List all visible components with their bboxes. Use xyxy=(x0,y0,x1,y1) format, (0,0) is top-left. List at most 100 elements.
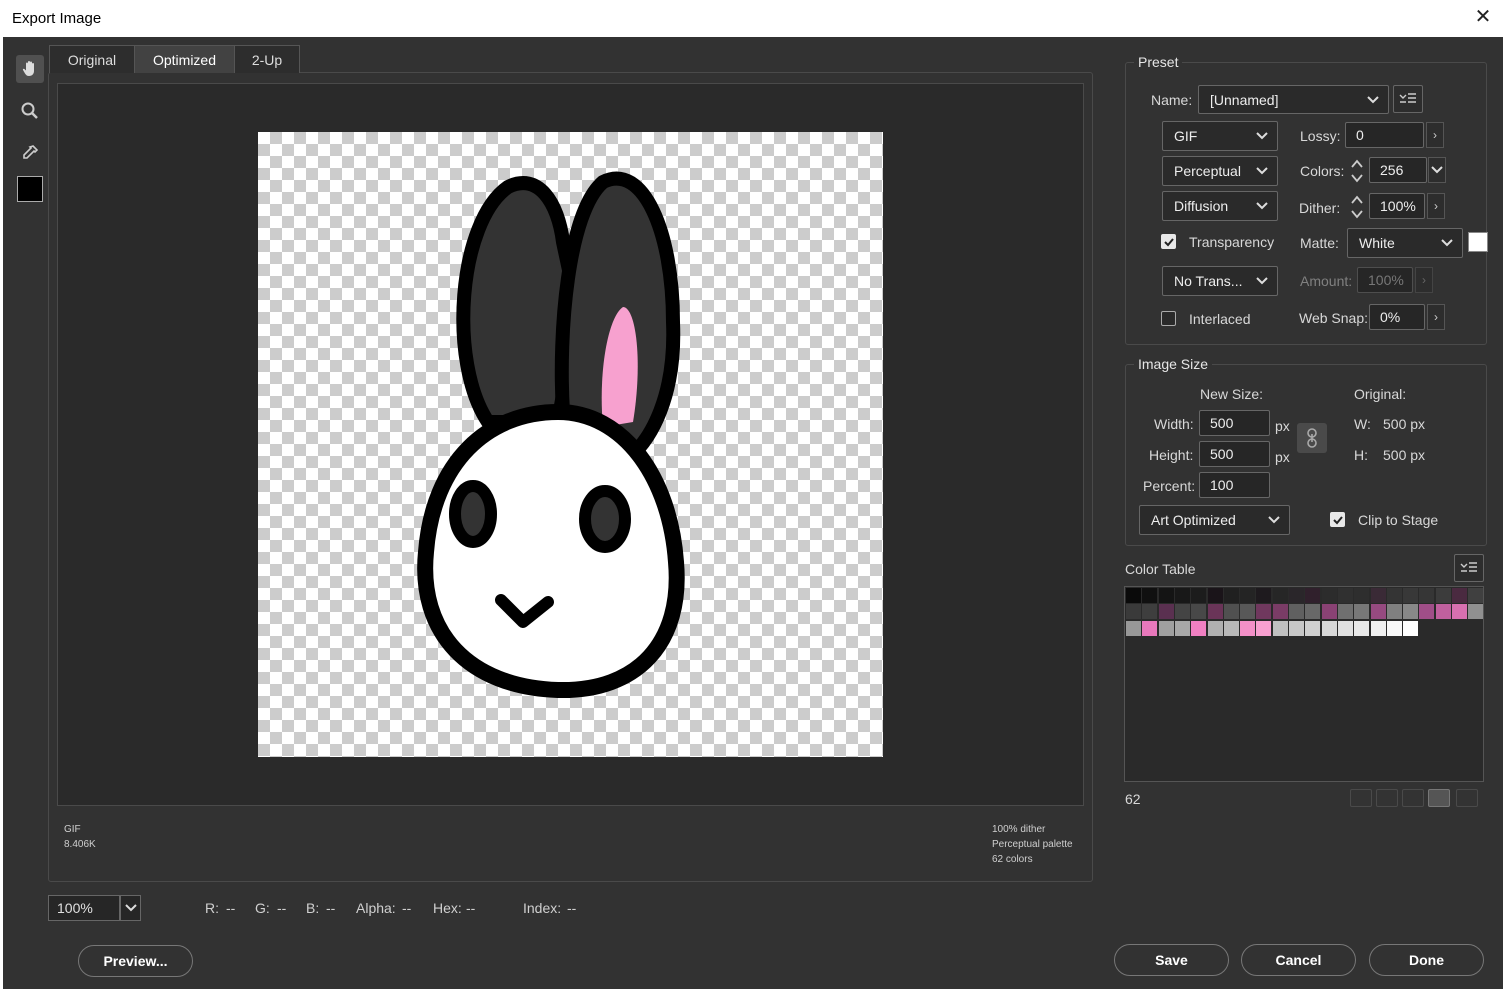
color-swatch[interactable] xyxy=(1142,604,1158,620)
clip-to-stage-checkbox[interactable] xyxy=(1330,512,1345,527)
color-swatch[interactable] xyxy=(1337,604,1353,620)
transparency-dither-select[interactable]: No Trans... xyxy=(1162,266,1278,296)
interlaced-checkbox[interactable] xyxy=(1161,311,1176,326)
color-swatch[interactable] xyxy=(1158,588,1174,603)
color-swatch[interactable] xyxy=(1452,588,1467,603)
zoom-dropdown-button[interactable] xyxy=(120,895,141,921)
color-swatch[interactable] xyxy=(1240,588,1256,603)
color-swatch[interactable] xyxy=(1158,604,1174,620)
color-swatch[interactable] xyxy=(1468,604,1484,620)
color-swatch[interactable] xyxy=(1207,620,1223,636)
dither-slider-button[interactable]: › xyxy=(1427,193,1445,219)
color-swatch[interactable] xyxy=(1435,604,1451,620)
colors-dropdown-button[interactable] xyxy=(1428,157,1446,183)
color-table-grid[interactable] xyxy=(1124,586,1484,782)
color-swatch[interactable] xyxy=(1289,620,1304,636)
preset-menu-button[interactable] xyxy=(1393,85,1423,113)
color-reduction-select[interactable]: Perceptual xyxy=(1162,156,1278,186)
color-swatch[interactable] xyxy=(1289,588,1304,603)
percent-input[interactable]: 100 xyxy=(1199,472,1270,498)
color-swatch[interactable] xyxy=(1403,620,1419,636)
color-swatch[interactable] xyxy=(1452,604,1467,620)
lossy-input[interactable]: 0 xyxy=(1345,122,1424,148)
width-input[interactable]: 500 xyxy=(1199,410,1270,436)
eyedropper-color-swatch[interactable] xyxy=(17,176,43,202)
color-swatch[interactable] xyxy=(1272,588,1288,603)
preview-button[interactable]: Preview... xyxy=(78,945,193,977)
color-swatch[interactable] xyxy=(1126,604,1141,620)
color-swatch[interactable] xyxy=(1191,620,1207,636)
height-input[interactable]: 500 xyxy=(1199,441,1270,467)
color-swatch[interactable] xyxy=(1468,588,1484,603)
tab-original[interactable]: Original xyxy=(49,45,135,73)
dither-input[interactable]: 100% xyxy=(1369,193,1425,219)
color-swatch[interactable] xyxy=(1419,588,1435,603)
color-swatch[interactable] xyxy=(1223,604,1239,620)
save-button[interactable]: Save xyxy=(1114,944,1229,976)
color-swatch[interactable] xyxy=(1354,604,1370,620)
color-swatch[interactable] xyxy=(1191,604,1207,620)
websnap-input[interactable]: 0% xyxy=(1369,304,1425,330)
cancel-button[interactable]: Cancel xyxy=(1241,944,1356,976)
color-swatch[interactable] xyxy=(1142,588,1158,603)
done-button[interactable]: Done xyxy=(1369,944,1484,976)
color-swatch[interactable] xyxy=(1386,604,1402,620)
colors-stepper[interactable] xyxy=(1349,157,1365,185)
close-icon[interactable]: ✕ xyxy=(1472,6,1494,28)
matte-select[interactable]: White xyxy=(1347,228,1463,258)
color-swatch[interactable] xyxy=(1256,588,1272,603)
format-select[interactable]: GIF xyxy=(1162,121,1278,151)
color-swatch[interactable] xyxy=(1305,620,1321,636)
color-swatch[interactable] xyxy=(1240,620,1256,636)
resample-quality-select[interactable]: Art Optimized xyxy=(1139,505,1290,535)
color-table-menu-button[interactable] xyxy=(1454,554,1484,582)
color-swatch[interactable] xyxy=(1174,604,1190,620)
constrain-proportions-button[interactable] xyxy=(1297,423,1327,453)
color-swatch[interactable] xyxy=(1419,604,1435,620)
color-swatch[interactable] xyxy=(1403,604,1419,620)
lossy-slider-button[interactable]: › xyxy=(1426,122,1444,148)
color-swatch[interactable] xyxy=(1386,620,1402,636)
image-preview[interactable] xyxy=(258,132,883,757)
color-swatch[interactable] xyxy=(1370,588,1386,603)
eyedropper-tool-button[interactable] xyxy=(16,139,44,167)
color-swatch[interactable] xyxy=(1207,588,1223,603)
color-swatch[interactable] xyxy=(1142,620,1158,636)
color-swatch[interactable] xyxy=(1321,604,1337,620)
zoom-tool-button[interactable] xyxy=(16,97,44,125)
color-swatch[interactable] xyxy=(1305,588,1321,603)
color-swatch[interactable] xyxy=(1435,588,1451,603)
color-swatch[interactable] xyxy=(1126,588,1141,603)
transparency-checkbox[interactable] xyxy=(1161,234,1176,249)
color-swatch[interactable] xyxy=(1191,588,1207,603)
zoom-input[interactable]: 100% xyxy=(48,895,120,921)
color-swatch[interactable] xyxy=(1321,588,1337,603)
new-color-icon[interactable] xyxy=(1428,789,1450,807)
color-swatch[interactable] xyxy=(1240,604,1256,620)
color-swatch[interactable] xyxy=(1223,588,1239,603)
color-swatch[interactable] xyxy=(1174,588,1190,603)
color-swatch[interactable] xyxy=(1354,620,1370,636)
color-swatch[interactable] xyxy=(1403,588,1419,603)
color-swatch[interactable] xyxy=(1256,620,1272,636)
color-swatch[interactable] xyxy=(1272,620,1288,636)
color-swatch[interactable] xyxy=(1223,620,1239,636)
color-swatch[interactable] xyxy=(1305,604,1321,620)
dither-stepper[interactable] xyxy=(1349,193,1365,221)
preset-name-select[interactable]: [Unnamed] xyxy=(1198,85,1389,114)
color-swatch[interactable] xyxy=(1158,620,1174,636)
color-swatch[interactable] xyxy=(1174,620,1190,636)
color-swatch[interactable] xyxy=(1337,620,1353,636)
websnap-slider-button[interactable]: › xyxy=(1427,304,1445,330)
color-swatch[interactable] xyxy=(1207,604,1223,620)
color-swatch[interactable] xyxy=(1354,588,1370,603)
color-swatch[interactable] xyxy=(1370,604,1386,620)
color-swatch[interactable] xyxy=(1256,604,1272,620)
colors-input[interactable]: 256 xyxy=(1369,157,1427,183)
matte-color-swatch[interactable] xyxy=(1468,232,1488,252)
dither-algorithm-select[interactable]: Diffusion xyxy=(1162,191,1278,221)
tab-2-up[interactable]: 2-Up xyxy=(234,45,300,73)
color-swatch[interactable] xyxy=(1289,604,1304,620)
color-swatch[interactable] xyxy=(1386,588,1402,603)
color-swatch[interactable] xyxy=(1370,620,1386,636)
